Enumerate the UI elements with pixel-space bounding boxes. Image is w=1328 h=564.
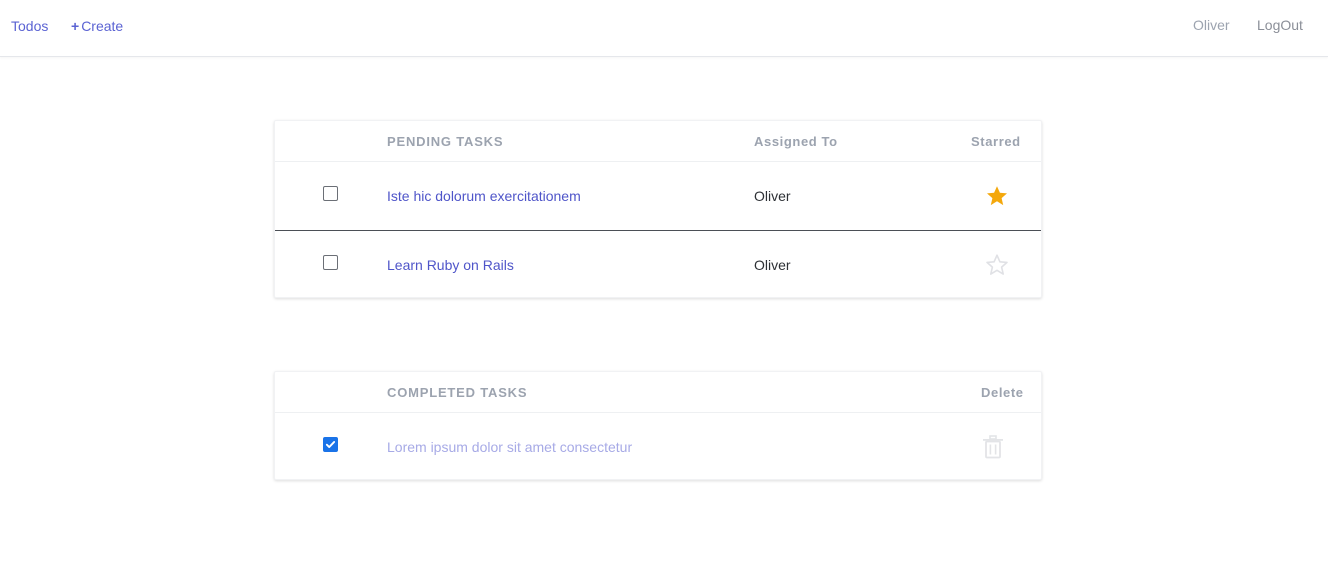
logout-link[interactable]: LogOut bbox=[1257, 17, 1303, 33]
trash-icon[interactable] bbox=[982, 435, 1004, 459]
plus-icon: + bbox=[71, 18, 80, 34]
completed-task-row: Lorem ipsum dolor sit amet consectetur bbox=[275, 413, 1041, 482]
completed-tasks-header: COMPLETED TASKS bbox=[387, 385, 528, 400]
star-filled-icon[interactable] bbox=[985, 184, 1009, 208]
nav-create-link[interactable]: + Create bbox=[71, 18, 123, 34]
pending-tasks-header: PENDING TASKS bbox=[387, 134, 504, 149]
delete-header: Delete bbox=[981, 385, 1024, 400]
task-complete-checkbox[interactable] bbox=[323, 186, 338, 201]
task-complete-checkbox[interactable] bbox=[323, 255, 338, 270]
top-navbar: Todos + Create Oliver LogOut bbox=[0, 0, 1328, 57]
pending-task-row: Iste hic dolorum exercitationem Oliver bbox=[275, 162, 1041, 231]
completed-tasks-table: COMPLETED TASKS Delete Lorem ipsum dolor… bbox=[274, 371, 1042, 480]
pending-table-header: PENDING TASKS Assigned To Starred bbox=[275, 121, 1041, 162]
pending-tasks-table: PENDING TASKS Assigned To Starred Iste h… bbox=[274, 120, 1042, 298]
starred-header: Starred bbox=[971, 134, 1021, 149]
checkmark-icon bbox=[325, 441, 336, 448]
pending-task-row: Learn Ruby on Rails Oliver bbox=[275, 231, 1041, 300]
assigned-to-header: Assigned To bbox=[754, 134, 838, 149]
nav-todos-link[interactable]: Todos bbox=[11, 18, 48, 34]
task-assignee: Oliver bbox=[754, 257, 791, 273]
task-title-link[interactable]: Iste hic dolorum exercitationem bbox=[387, 188, 581, 204]
nav-create-label: Create bbox=[81, 18, 124, 34]
star-outline-icon[interactable] bbox=[985, 253, 1009, 277]
current-user-name: Oliver bbox=[1193, 17, 1230, 33]
task-assignee: Oliver bbox=[754, 188, 791, 204]
task-title-link[interactable]: Lorem ipsum dolor sit amet consectetur bbox=[387, 439, 632, 455]
completed-table-header: COMPLETED TASKS Delete bbox=[275, 372, 1041, 413]
task-complete-checkbox[interactable] bbox=[323, 437, 338, 452]
task-title-link[interactable]: Learn Ruby on Rails bbox=[387, 257, 514, 273]
